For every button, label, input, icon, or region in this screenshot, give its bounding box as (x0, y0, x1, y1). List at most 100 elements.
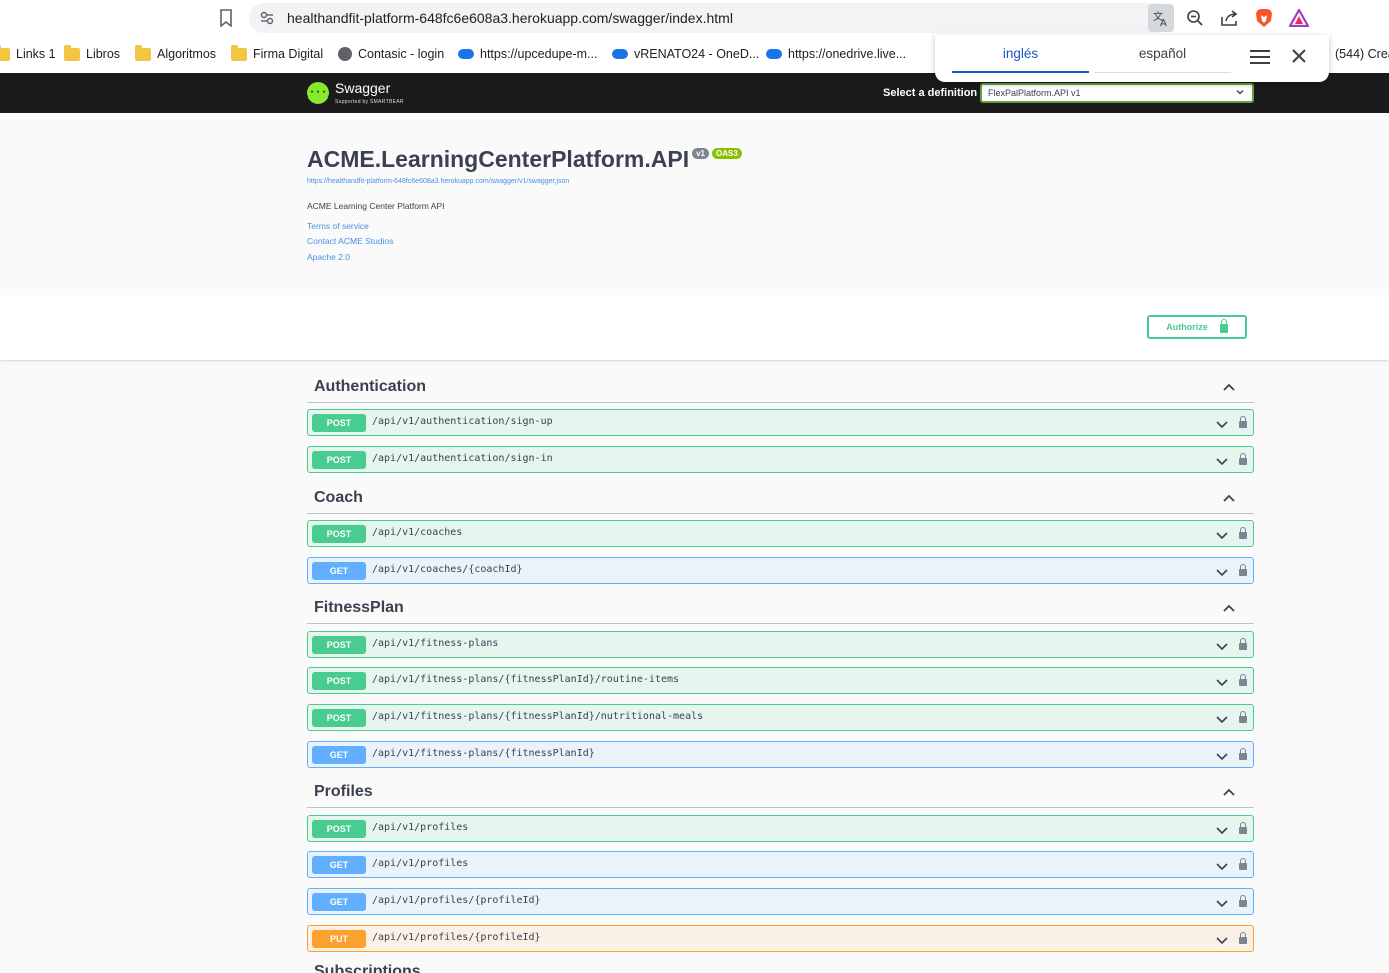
lock-icon[interactable] (1239, 711, 1247, 723)
site-settings-icon[interactable] (259, 10, 275, 26)
definition-label: Select a definition (883, 87, 978, 99)
close-icon[interactable] (1290, 47, 1308, 65)
operation-row[interactable]: POST /api/v1/fitness-plans/{fitnessPlanI… (307, 667, 1254, 694)
address-bar[interactable]: healthandfit-platform-648fc6e608a3.herok… (249, 3, 1174, 33)
chevron-up-icon[interactable] (1221, 785, 1237, 801)
operation-row[interactable]: GET /api/v1/profiles (307, 851, 1254, 878)
tag-authentication[interactable]: Authentication (307, 373, 1254, 403)
operation-row[interactable]: POST /api/v1/fitness-plans (307, 631, 1254, 658)
lock-icon (1219, 319, 1228, 333)
zoom-out-icon[interactable] (1183, 6, 1207, 30)
bookmark-vrenato24[interactable]: vRENATO24 - OneD... (612, 45, 759, 63)
operation-row[interactable]: POST /api/v1/authentication/sign-in (307, 446, 1254, 473)
lock-icon[interactable] (1239, 564, 1247, 576)
bookmark-crea[interactable]: (544) Crea (1335, 45, 1389, 63)
chevron-down-icon[interactable] (1215, 454, 1229, 468)
translate-tab-espanol[interactable]: español (1094, 35, 1231, 73)
lock-icon[interactable] (1239, 858, 1247, 870)
definition-select[interactable]: FlexPalPlatform.API v1 (980, 83, 1254, 103)
lock-icon[interactable] (1239, 932, 1247, 944)
operation-row[interactable]: POST /api/v1/profiles (307, 815, 1254, 842)
bookmark-icon[interactable] (218, 9, 234, 27)
chevron-down-icon[interactable] (1215, 565, 1229, 579)
tag-subscriptions[interactable]: Subscriptions (314, 963, 421, 973)
bookmark-algoritmos[interactable]: Algoritmos (135, 44, 217, 63)
tag-coach[interactable]: Coach (307, 484, 1254, 514)
operation-path: /api/v1/profiles/{profileId} (372, 932, 541, 943)
tag-fitnessplan[interactable]: FitnessPlan (307, 594, 1254, 624)
chevron-down-icon[interactable] (1215, 712, 1229, 726)
logo-text: Swagger (335, 80, 391, 96)
onedrive-icon (766, 49, 782, 59)
chevron-down-icon[interactable] (1215, 528, 1229, 542)
method-badge: POST (312, 414, 366, 432)
authorize-button[interactable]: Authorize (1147, 315, 1247, 339)
operation-row[interactable]: GET /api/v1/profiles/{profileId} (307, 888, 1254, 915)
operation-path: /api/v1/coaches/{coachId} (372, 564, 523, 575)
chevron-up-icon[interactable] (1221, 380, 1237, 396)
operation-path: /api/v1/profiles/{profileId} (372, 895, 541, 906)
lock-icon[interactable] (1239, 748, 1247, 760)
method-badge: GET (312, 746, 366, 764)
browser-toolbar: healthandfit-platform-648fc6e608a3.herok… (0, 0, 1389, 37)
operation-row[interactable]: GET /api/v1/fitness-plans/{fitnessPlanId… (307, 741, 1254, 768)
chevron-up-icon[interactable] (1221, 491, 1237, 507)
operation-row[interactable]: PUT /api/v1/profiles/{profileId} (307, 925, 1254, 952)
bookmark-links-1[interactable]: Links 1 (0, 44, 56, 63)
operation-path: /api/v1/authentication/sign-up (372, 416, 553, 427)
operation-row[interactable]: POST /api/v1/coaches (307, 520, 1254, 547)
swagger-json-link[interactable]: https://healthandfit-platform-648fc6e608… (307, 178, 569, 185)
lock-icon[interactable] (1239, 527, 1247, 539)
lock-icon[interactable] (1239, 822, 1247, 834)
tag-profiles[interactable]: Profiles (307, 778, 1254, 808)
chevron-down-icon[interactable] (1215, 417, 1229, 431)
chevron-up-icon[interactable] (1221, 601, 1237, 617)
lock-icon[interactable] (1239, 453, 1247, 465)
method-badge: POST (312, 451, 366, 469)
chevron-down-icon[interactable] (1215, 675, 1229, 689)
bookmark-label: Algoritmos (157, 47, 217, 61)
lock-icon[interactable] (1239, 674, 1247, 686)
bookmark-upcedupe[interactable]: https://upcedupe-m... (458, 45, 597, 63)
chevron-down-icon[interactable] (1215, 859, 1229, 873)
menu-icon[interactable] (1249, 48, 1271, 66)
lock-icon[interactable] (1239, 638, 1247, 650)
method-badge: POST (312, 672, 366, 690)
bookmark-onedrive-live[interactable]: https://onedrive.live... (766, 45, 906, 63)
method-badge: POST (312, 820, 366, 838)
svg-text:A: A (1160, 18, 1167, 27)
brave-shields-icon[interactable] (1252, 6, 1276, 30)
swagger-logo[interactable]: {···} Swagger Supported by SMARTBEAR (303, 80, 404, 105)
tag-title: Profiles (314, 783, 373, 800)
bookmark-firma-digital[interactable]: Firma Digital (231, 44, 324, 63)
license-link[interactable]: Apache 2.0 (307, 252, 350, 262)
operation-row[interactable]: POST /api/v1/authentication/sign-up (307, 409, 1254, 436)
contact-link[interactable]: Contact ACME Studios (307, 236, 393, 246)
folder-icon (0, 44, 10, 61)
operation-row[interactable]: GET /api/v1/coaches/{coachId} (307, 557, 1254, 584)
chevron-down-icon[interactable] (1215, 933, 1229, 947)
lock-icon[interactable] (1239, 895, 1247, 907)
translate-icon[interactable]: 文A (1148, 4, 1174, 32)
url-text[interactable]: healthandfit-platform-648fc6e608a3.herok… (287, 10, 733, 26)
chevron-down-icon[interactable] (1215, 896, 1229, 910)
brave-rewards-icon[interactable] (1287, 6, 1311, 30)
lock-icon[interactable] (1239, 416, 1247, 428)
operation-path: /api/v1/profiles (372, 858, 469, 869)
bookmark-libros[interactable]: Libros (64, 44, 120, 63)
bookmark-label: Firma Digital (253, 47, 324, 61)
chevron-down-icon[interactable] (1215, 749, 1229, 763)
tag-title: FitnessPlan (314, 599, 404, 616)
terms-link[interactable]: Terms of service (307, 221, 369, 231)
translate-tab-ingles[interactable]: inglés (952, 35, 1089, 73)
chevron-down-icon[interactable] (1215, 639, 1229, 653)
chevron-down-icon[interactable] (1215, 823, 1229, 837)
globe-icon (338, 47, 352, 61)
share-icon[interactable] (1217, 6, 1241, 30)
method-badge: POST (312, 636, 366, 654)
bookmark-contasic[interactable]: Contasic - login (338, 45, 444, 63)
operation-row[interactable]: POST /api/v1/fitness-plans/{fitnessPlanI… (307, 704, 1254, 731)
chevron-down-icon (1236, 90, 1244, 95)
version-badge: v1 (692, 148, 710, 159)
method-badge: PUT (312, 930, 366, 948)
